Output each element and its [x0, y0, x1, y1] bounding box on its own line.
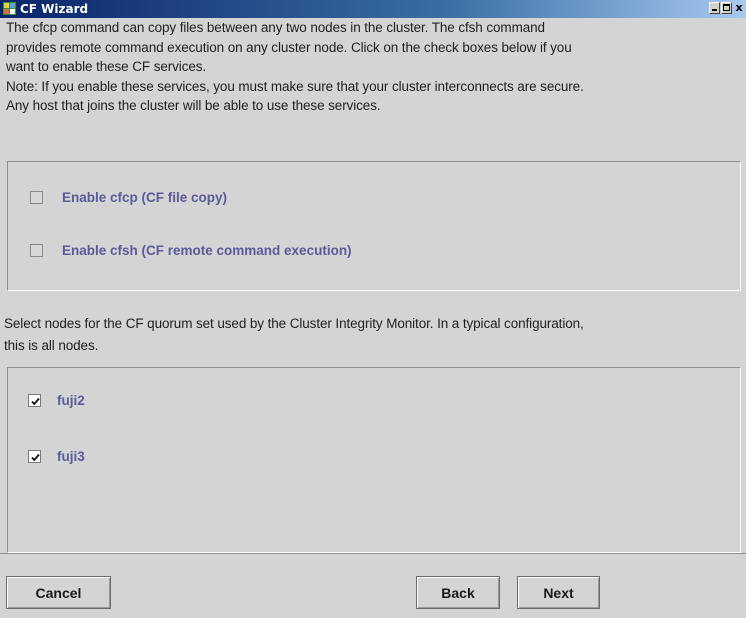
maximize-icon[interactable] — [721, 2, 732, 14]
quorum-instructions-line: Select nodes for the CF quorum set used … — [4, 316, 584, 331]
intro-note-line: Any host that joins the cluster will be … — [6, 98, 381, 113]
intro-line: The cfcp command can copy files between … — [6, 20, 545, 35]
node-fuji2-label[interactable]: fuji2 — [57, 393, 85, 408]
close-icon[interactable]: x — [734, 2, 744, 14]
window-title: CF Wizard — [20, 2, 89, 16]
enable-cfcp-option[interactable]: Enable cfcp (CF file copy) — [30, 188, 227, 206]
node-fuji3-label[interactable]: fuji3 — [57, 449, 85, 464]
cf-wizard-app-icon — [3, 2, 16, 15]
cf-wizard-window: CF Wizard x The cfcp command can copy fi… — [0, 0, 746, 618]
quorum-instructions-line: this is all nodes. — [4, 337, 99, 353]
window-controls: x — [708, 2, 744, 16]
quorum-nodes-group: fuji2 fuji3 — [7, 367, 741, 553]
checkmark-icon — [31, 397, 40, 405]
cancel-button[interactable]: Cancel — [6, 576, 111, 609]
node-fuji2-option[interactable]: fuji2 — [28, 391, 85, 409]
footer-divider — [0, 553, 746, 554]
enable-cfcp-checkbox[interactable] — [30, 190, 43, 204]
next-button[interactable]: Next — [517, 576, 600, 609]
enable-cfcp-label[interactable]: Enable cfcp (CF file copy) — [62, 190, 227, 205]
minimize-icon[interactable] — [709, 2, 720, 14]
enable-cfsh-checkbox[interactable] — [30, 243, 43, 257]
services-group: Enable cfcp (CF file copy) Enable cfsh (… — [7, 161, 741, 291]
intro-text: The cfcp command can copy files between … — [6, 18, 742, 116]
enable-cfsh-option[interactable]: Enable cfsh (CF remote command execution… — [30, 241, 352, 259]
node-fuji3-checkbox[interactable] — [28, 449, 41, 463]
node-fuji3-option[interactable]: fuji3 — [28, 447, 85, 465]
enable-cfsh-label[interactable]: Enable cfsh (CF remote command execution… — [62, 243, 352, 258]
quorum-instructions: Select nodes for the CF quorum set used … — [4, 313, 744, 356]
intro-line: provides remote command execution on any… — [6, 39, 572, 55]
intro-note-line: Note: If you enable these services, you … — [6, 78, 584, 94]
back-button[interactable]: Back — [416, 576, 500, 609]
intro-line: want to enable these CF services. — [6, 59, 207, 74]
node-fuji2-checkbox[interactable] — [28, 393, 41, 407]
title-bar[interactable]: CF Wizard x — [0, 0, 746, 18]
checkmark-icon — [31, 453, 40, 461]
